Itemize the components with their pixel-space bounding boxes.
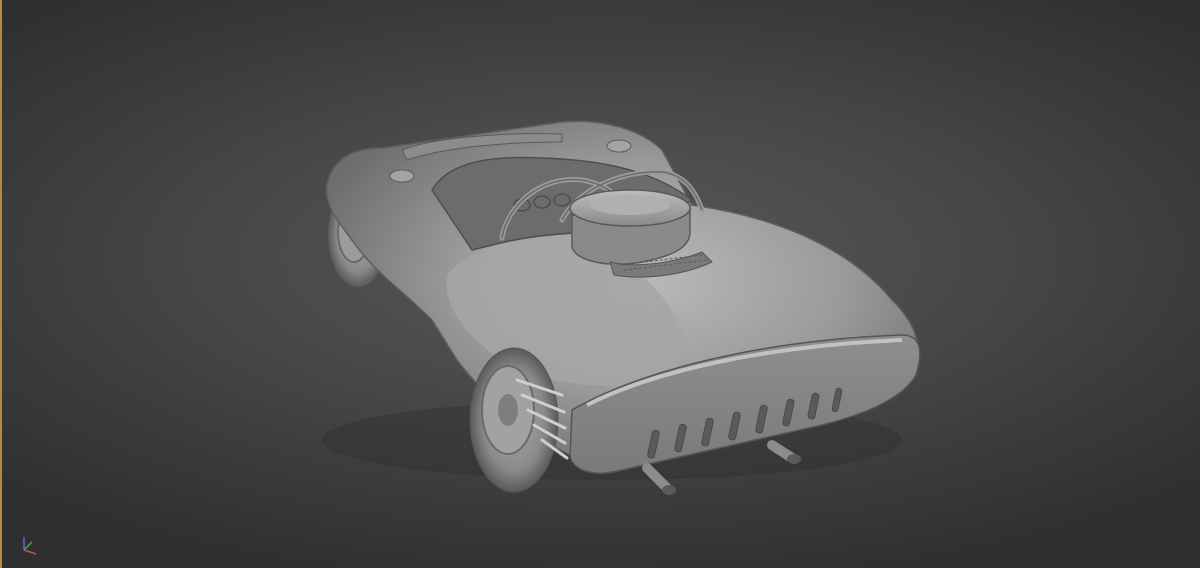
- axis-gizmo: [23, 537, 37, 555]
- 3d-viewport[interactable]: [0, 0, 1200, 568]
- filler-cap-right: [606, 139, 632, 153]
- y-axis-line: [23, 541, 33, 551]
- car-model-render[interactable]: [2, 0, 1200, 568]
- x-axis-line: [23, 549, 37, 555]
- air-intake-cylinder: [569, 189, 691, 265]
- rear-right-wheel: [469, 347, 559, 493]
- filler-cap-left: [389, 169, 415, 183]
